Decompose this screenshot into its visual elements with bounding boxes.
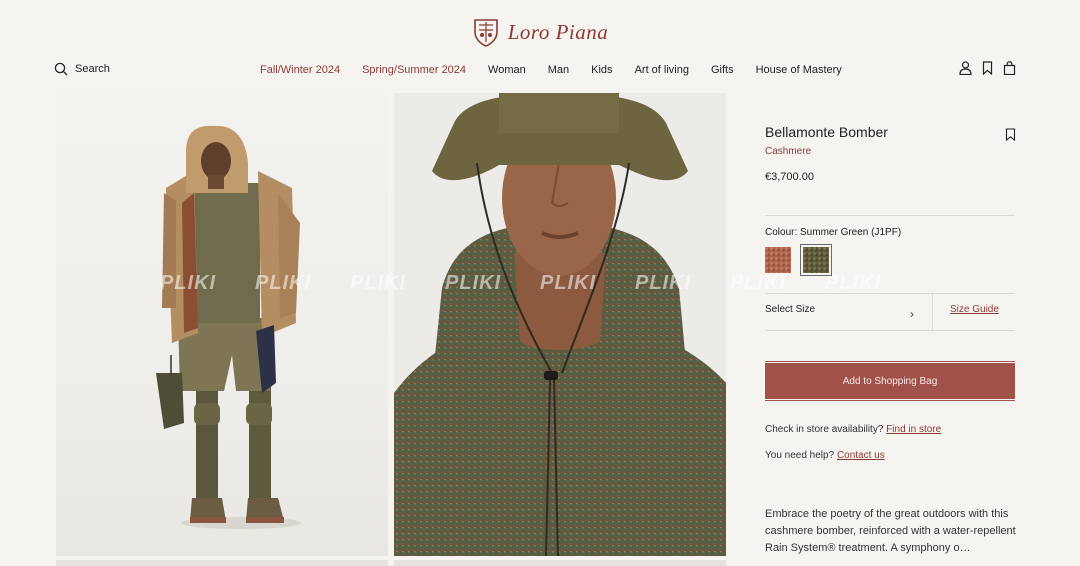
contact-us-link[interactable]: Contact us [837, 450, 885, 461]
colour-label: Colour: Summer Green (J1PF) [765, 227, 902, 238]
shopping-bag-icon[interactable] [1003, 61, 1016, 75]
size-guide-link[interactable]: Size Guide [950, 304, 999, 315]
product-title: Bellamonte Bomber [765, 124, 888, 140]
help-line: You need help? Contact us [765, 450, 885, 461]
brand-logo[interactable]: Loro Piana [0, 14, 1080, 50]
store-availability: Check in store availability? Find in sto… [765, 424, 941, 435]
nav-item-kids[interactable]: Kids [591, 64, 612, 76]
swatch-rust[interactable] [765, 247, 791, 273]
swatch-summer-green[interactable] [800, 244, 832, 276]
chevron-right-icon[interactable]: › [910, 307, 914, 321]
gallery-next-row-right [394, 560, 726, 566]
find-in-store-link[interactable]: Find in store [886, 424, 941, 435]
add-to-wishlist-icon[interactable] [1005, 128, 1016, 141]
select-size[interactable]: Select Size [765, 304, 815, 315]
brand-name: Loro Piana [507, 19, 609, 44]
store-availability-text: Check in store availability? [765, 424, 884, 435]
divider-vertical [932, 293, 933, 330]
nav-item-spring-summer-2024[interactable]: Spring/Summer 2024 [362, 64, 466, 76]
wishlist-icon[interactable] [981, 61, 994, 75]
product-image-closeup[interactable] [394, 93, 726, 556]
product-info: Bellamonte Bomber Cashmere €3,700.00 [765, 124, 1015, 183]
nav-item-woman[interactable]: Woman [488, 64, 526, 76]
help-text: You need help? [765, 450, 835, 461]
watermark-text: PLIKI [730, 272, 787, 294]
model-full-figure [156, 125, 301, 529]
nav-item-art-of-living[interactable]: Art of living [635, 64, 689, 76]
product-description: Embrace the poetry of the great outdoors… [765, 508, 1016, 554]
header-icons [959, 61, 1016, 75]
watermark-text: PLIKI [825, 272, 882, 294]
divider [765, 330, 1015, 331]
nav-item-fall-winter-2024[interactable]: Fall/Winter 2024 [260, 64, 340, 76]
search-label: Search [75, 63, 110, 75]
search-icon [54, 62, 68, 76]
crest-icon [473, 19, 498, 47]
add-to-bag-button[interactable]: Add to Shopping Bag [765, 361, 1015, 401]
product-image-full-look[interactable] [56, 93, 388, 556]
nav-item-house-of-mastery[interactable]: House of Mastery [756, 64, 842, 76]
product-price: €3,700.00 [765, 171, 814, 183]
main-nav: Fall/Winter 2024 Spring/Summer 2024 Woma… [256, 64, 842, 76]
divider [765, 215, 1015, 216]
gallery-next-row-left [56, 560, 388, 566]
model-closeup-figure [394, 93, 726, 556]
nav-item-gifts[interactable]: Gifts [711, 64, 734, 76]
account-icon[interactable] [959, 61, 972, 75]
nav-item-man[interactable]: Man [548, 64, 569, 76]
search-button[interactable]: Search [54, 62, 110, 76]
product-material: Cashmere [765, 146, 812, 157]
divider [765, 293, 1015, 294]
